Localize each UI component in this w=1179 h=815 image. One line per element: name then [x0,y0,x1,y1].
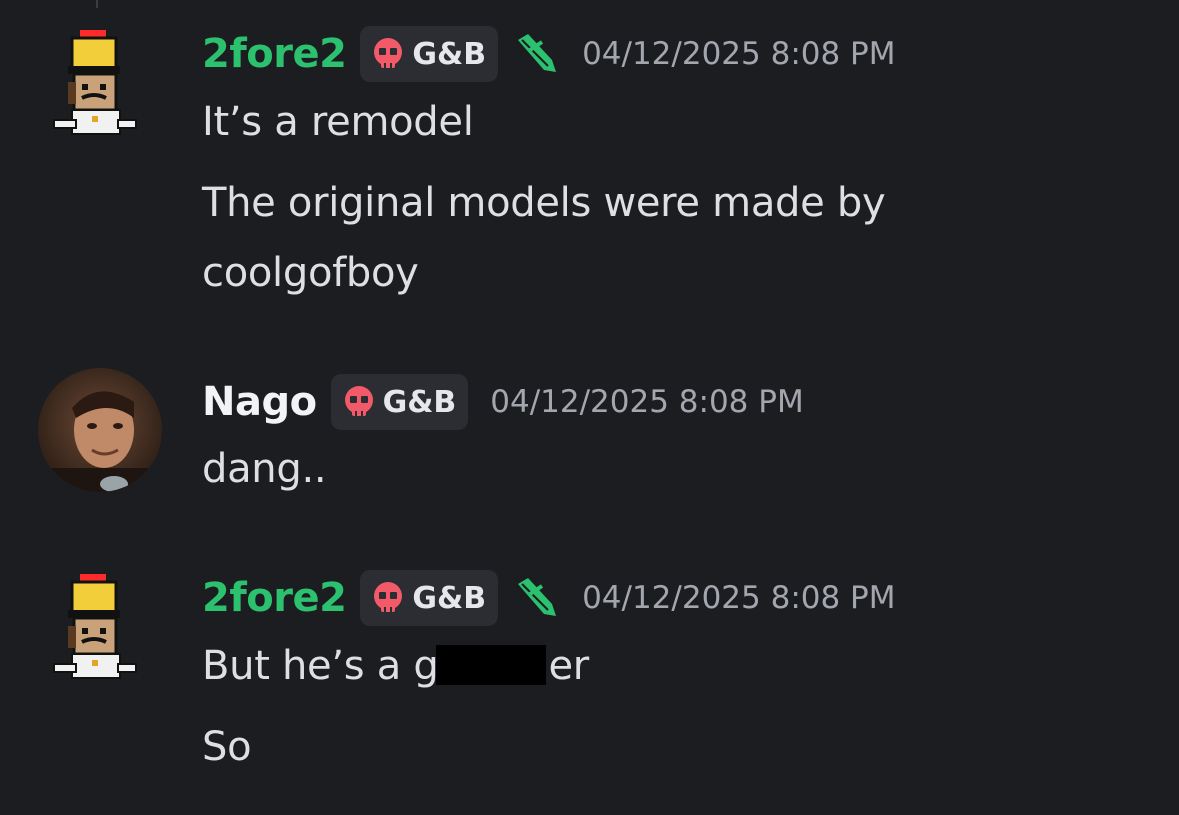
message-text: The original models were made by [202,180,886,226]
message-header: 2fore2 G&B 04/12/2025 8:08 PM [202,570,896,626]
thread-divider [96,0,98,8]
guild-tag[interactable]: G&B [360,570,499,626]
message-text-before-redaction: But he’s a g [202,643,439,689]
timestamp[interactable]: 04/12/2025 8:08 PM [582,36,895,72]
timestamp[interactable]: 04/12/2025 8:08 PM [582,580,895,616]
redaction-box [436,645,547,685]
message-text: So [202,724,252,770]
timestamp[interactable]: 04/12/2025 8:08 PM [490,384,803,420]
skull-icon [374,38,403,68]
message-text: coolgofboy [202,250,419,296]
message-header: 2fore2 G&B 04/12/2025 8:08 PM [202,26,896,82]
username[interactable]: Nago [202,379,317,425]
photo-avatar-icon [38,368,162,492]
skull-icon [374,582,403,612]
message-text: dang.. [202,446,327,492]
guild-tag[interactable]: G&B [330,374,469,430]
username[interactable]: 2fore2 [202,31,347,77]
hussar-soldier-avatar-icon [53,574,137,679]
guild-tag[interactable]: G&B [360,26,499,82]
guild-tag-label: G&B [412,36,487,72]
skull-icon [344,386,373,416]
trumpet-icon[interactable] [512,574,560,622]
guild-tag-label: G&B [382,384,457,420]
message-text: It’s a remodel [202,99,474,145]
avatar[interactable] [34,22,158,146]
message-text: But he’s a g er [202,643,589,689]
message-text-after-redaction: er [548,643,589,689]
guild-tag-label: G&B [412,580,487,616]
username[interactable]: 2fore2 [202,575,347,621]
avatar[interactable] [34,566,158,690]
chat-log: 2fore2 G&B 04/12/2025 8:08 PM It’s a rem… [0,0,1179,815]
message-header: Nago G&B 04/12/2025 8:08 PM [202,374,804,430]
avatar[interactable] [38,368,162,492]
hussar-soldier-avatar-icon [53,30,137,135]
trumpet-icon[interactable] [512,30,560,78]
